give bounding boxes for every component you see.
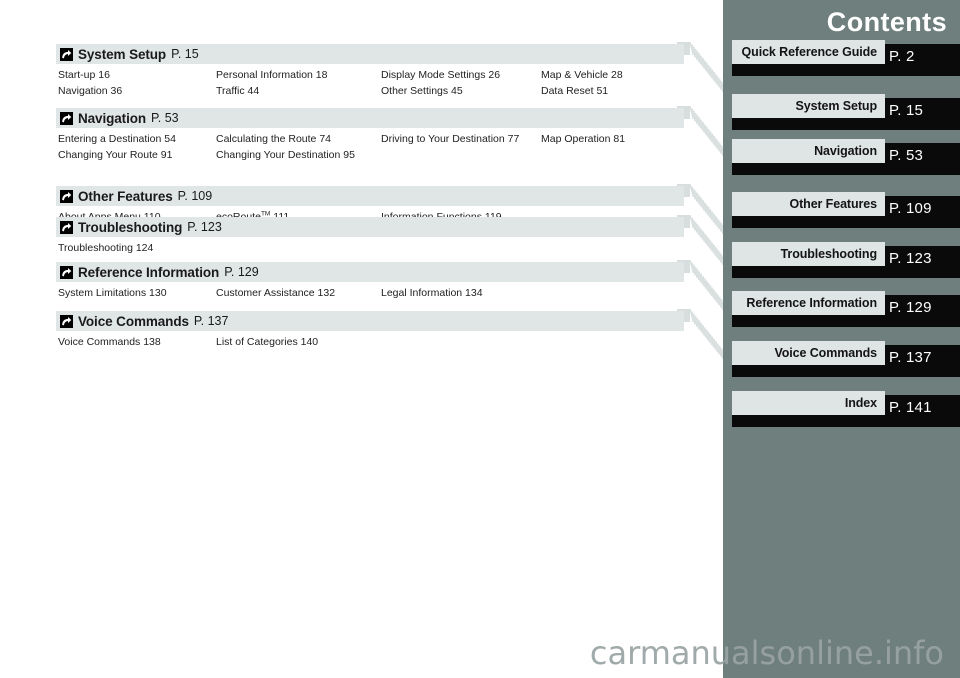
toc-entry-row: Start-up 16 Personal Information 18 Displa…: [56, 67, 684, 83]
toc-entry[interactable]: List of Categories 140: [216, 334, 318, 350]
sidebar-item-page: P. 123: [889, 250, 932, 267]
toc-entry[interactable]: Display Mode Settings 26: [381, 67, 500, 83]
toc-entry-row: Navigation 36 Traffic 44 Other Settings 45…: [56, 83, 684, 99]
toc-section-title: Other Features: [78, 188, 173, 204]
toc-section-page: P. 53: [151, 111, 179, 125]
toc-section-page: P. 15: [171, 47, 199, 61]
toc-section-title: Voice Commands: [78, 313, 189, 329]
jump-arrow-icon: [60, 189, 73, 203]
toc-section-title: System Setup: [78, 46, 167, 62]
toc-section: Voice Commands P. 137 Voice Commands 138 Li…: [56, 311, 684, 350]
toc-section-page: P. 137: [193, 314, 229, 328]
jump-arrow-icon: [60, 220, 73, 234]
toc-entry[interactable]: Changing Your Destination 95: [216, 147, 355, 163]
toc-section-title: Reference Information: [78, 264, 220, 280]
toc-entry[interactable]: Personal Information 18: [216, 67, 327, 83]
toc-entry-row: Entering a Destination 54 Calculating the…: [56, 131, 684, 147]
sidebar-item-page: P. 15: [889, 102, 924, 119]
toc-entry[interactable]: Map & Vehicle 28: [541, 67, 623, 83]
sidebar-item-page: P. 137: [889, 349, 932, 366]
sidebar-item-label: Navigation: [814, 144, 877, 158]
toc-entry-grid: Voice Commands 138 List of Categories 140: [56, 334, 684, 350]
toc-section-page: P. 123: [187, 220, 222, 234]
page-title: Contents: [826, 7, 947, 37]
toc-entry-grid: System Limitations 130 Customer Assistanc…: [56, 285, 684, 301]
toc-section-header[interactable]: Voice Commands P. 137: [56, 311, 684, 331]
sidebar-item-page: P. 129: [889, 299, 932, 316]
toc-section-page: P. 129: [224, 265, 259, 279]
toc-section-header[interactable]: Troubleshooting P. 123: [56, 217, 684, 237]
jump-arrow-icon: [60, 314, 73, 328]
sidebar-item-label: Other Features: [789, 197, 877, 211]
toc-section-header[interactable]: System Setup P. 15: [56, 44, 684, 64]
toc-section: Navigation P. 53 Entering a Destination 54…: [56, 108, 684, 163]
sidebar-item-label: Reference Information: [746, 296, 877, 310]
sidebar-item-plate[interactable]: Reference Information: [732, 291, 885, 315]
sidebar-item-label: Index: [844, 396, 877, 410]
sidebar-item-plate[interactable]: Troubleshooting: [732, 242, 885, 266]
toc-entry[interactable]: Legal Information 134: [381, 285, 483, 301]
toc-section-header[interactable]: Reference Information P. 129: [56, 262, 684, 282]
toc-entry-row: System Limitations 130 Customer Assistanc…: [56, 285, 684, 301]
jump-arrow-icon: [60, 111, 73, 125]
contents-sidebar: Contents P. 2 Quick Reference Guide P. 15 S…: [723, 0, 960, 678]
toc-entry[interactable]: Traffic 44: [216, 83, 259, 99]
sidebar-item-plate[interactable]: Other Features: [732, 192, 885, 216]
toc-section-title: Troubleshooting: [78, 219, 183, 235]
toc-entry-row: Troubleshooting 124: [56, 240, 684, 256]
sidebar-item-page: P. 109: [889, 200, 932, 217]
jump-arrow-icon: [60, 47, 73, 61]
sidebar-item-other-features[interactable]: P. 109 Other Features: [723, 192, 960, 228]
sidebar-item-plate[interactable]: System Setup: [732, 94, 885, 118]
sidebar-item-label: System Setup: [795, 99, 878, 113]
toc-entry-row: Voice Commands 138 List of Categories 140: [56, 334, 684, 350]
toc-entry[interactable]: Driving to Your Destination 77: [381, 131, 519, 147]
toc-section-header[interactable]: Other Features P. 109: [56, 186, 684, 206]
sidebar-item-troubleshooting[interactable]: P. 123 Troubleshooting: [723, 242, 960, 278]
toc-entry[interactable]: Voice Commands 138: [58, 334, 161, 350]
toc-section-title: Navigation: [78, 110, 147, 126]
sidebar-item-plate[interactable]: Index: [732, 391, 885, 415]
sidebar-item-navigation[interactable]: P. 53 Navigation: [723, 139, 960, 175]
toc-entry[interactable]: Entering a Destination 54: [58, 131, 176, 147]
sidebar-item-label: Troubleshooting: [780, 247, 878, 261]
toc-entry[interactable]: Troubleshooting 124: [58, 240, 153, 256]
sidebar-item-page: P. 141: [889, 399, 932, 416]
toc-entry[interactable]: Calculating the Route 74: [216, 131, 331, 147]
jump-arrow-icon: [60, 265, 73, 279]
sidebar-item-plate[interactable]: Voice Commands: [732, 341, 885, 365]
toc-entry-grid: Start-up 16 Personal Information 18 Displa…: [56, 67, 684, 99]
toc-entry-grid: Entering a Destination 54 Calculating the…: [56, 131, 684, 163]
toc-section-page: P. 109: [177, 189, 213, 203]
toc-section: Troubleshooting P. 123 Troubleshooting 124: [56, 217, 684, 256]
sidebar-item-voice-commands[interactable]: P. 137 Voice Commands: [723, 341, 960, 377]
sidebar-item-quick-reference-guide[interactable]: P. 2 Quick Reference Guide: [723, 40, 960, 76]
toc-entry[interactable]: Customer Assistance 132: [216, 285, 335, 301]
toc-section: System Setup P. 15 Start-up 16 Personal Inf…: [56, 44, 684, 99]
sidebar-item-index[interactable]: P. 141 Index: [723, 391, 960, 427]
sidebar-item-label: Voice Commands: [774, 346, 877, 360]
toc-section-header[interactable]: Navigation P. 53: [56, 108, 684, 128]
toc-main-column: System Setup P. 15 Start-up 16 Personal Inf…: [0, 0, 726, 678]
toc-entry[interactable]: Other Settings 45: [381, 83, 463, 99]
sidebar-item-system-setup[interactable]: P. 15 System Setup: [723, 94, 960, 130]
toc-section: Reference Information P. 129 System Limita…: [56, 262, 684, 301]
toc-entry-row: Changing Your Route 91 Changing Your Dest…: [56, 147, 684, 163]
sidebar-item-reference-information[interactable]: P. 129 Reference Information: [723, 291, 960, 327]
toc-entry[interactable]: Map Operation 81: [541, 131, 625, 147]
toc-entry[interactable]: Navigation 36: [58, 83, 122, 99]
sidebar-item-page: P. 53: [889, 147, 924, 164]
toc-entry[interactable]: Data Reset 51: [541, 83, 608, 99]
sidebar-item-plate[interactable]: Navigation: [732, 139, 885, 163]
sidebar-item-plate[interactable]: Quick Reference Guide: [732, 40, 885, 64]
sidebar-item-page: P. 2: [889, 48, 915, 65]
toc-entry[interactable]: Changing Your Route 91: [58, 147, 172, 163]
sidebar-item-label: Quick Reference Guide: [741, 45, 878, 59]
toc-entry-grid: Troubleshooting 124: [56, 240, 684, 256]
toc-entry[interactable]: System Limitations 130: [58, 285, 167, 301]
toc-entry[interactable]: Start-up 16: [58, 67, 110, 83]
